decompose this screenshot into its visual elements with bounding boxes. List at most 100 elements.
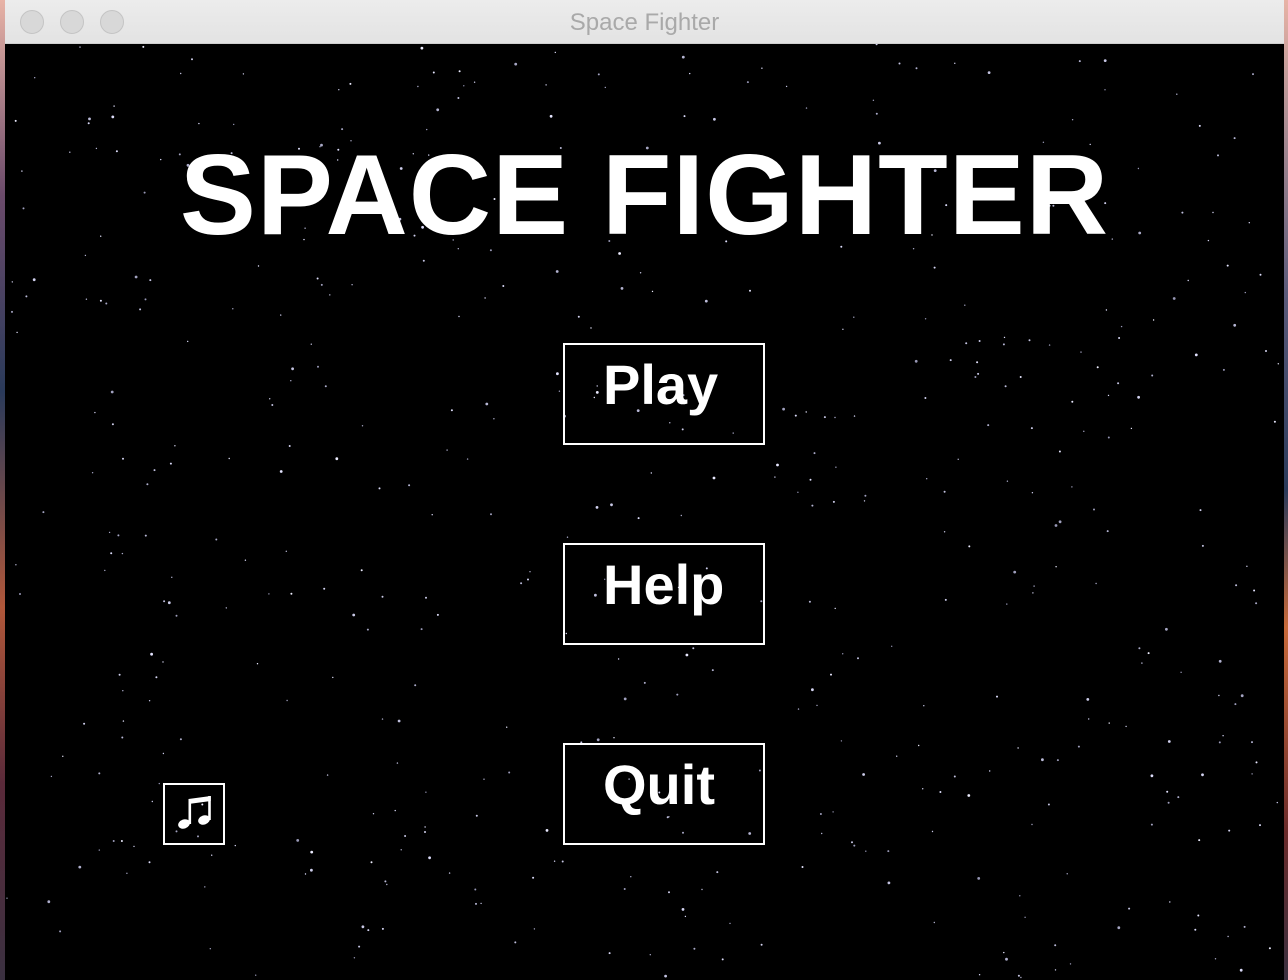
star	[396, 762, 399, 764]
star	[288, 445, 291, 447]
star	[1198, 839, 1201, 842]
game-canvas[interactable]: SPACE FIGHTER Play Help Quit	[5, 44, 1284, 980]
star	[323, 587, 326, 590]
window-titlebar[interactable]: Space Fighter	[5, 0, 1284, 44]
star	[1066, 873, 1068, 875]
star	[701, 888, 703, 891]
star	[898, 62, 901, 65]
star	[689, 72, 691, 75]
star	[1017, 747, 1019, 749]
star	[1222, 368, 1225, 371]
star	[111, 115, 115, 119]
star	[1218, 694, 1220, 697]
star	[1138, 647, 1141, 650]
star	[1167, 801, 1170, 804]
star	[506, 726, 508, 728]
star	[432, 71, 435, 74]
star	[1228, 829, 1231, 832]
star	[117, 534, 120, 537]
star	[485, 402, 489, 406]
star	[1130, 427, 1133, 430]
star	[215, 538, 218, 541]
star	[463, 85, 465, 87]
star	[94, 411, 96, 414]
star	[1194, 928, 1197, 931]
star	[978, 340, 981, 342]
star	[1083, 430, 1085, 432]
star	[729, 922, 731, 925]
quit-button[interactable]: Quit	[563, 743, 765, 845]
star	[296, 839, 300, 842]
star	[556, 372, 559, 376]
star	[520, 582, 523, 585]
star	[180, 72, 182, 75]
star	[1235, 584, 1238, 587]
star	[832, 500, 835, 503]
star	[1176, 93, 1178, 95]
star	[558, 390, 561, 392]
star	[304, 873, 307, 875]
star	[1251, 773, 1253, 775]
star	[1201, 544, 1204, 547]
star	[122, 457, 124, 460]
star	[610, 503, 613, 507]
star	[59, 930, 62, 933]
star	[1004, 385, 1007, 388]
star	[1069, 963, 1072, 965]
star	[676, 693, 679, 696]
star	[1214, 958, 1217, 960]
star	[234, 844, 236, 847]
star	[62, 755, 64, 757]
star	[1047, 803, 1050, 806]
star	[1055, 566, 1057, 568]
star	[448, 872, 451, 874]
star	[617, 658, 620, 660]
star	[797, 491, 799, 493]
star	[1003, 951, 1005, 954]
star	[381, 718, 384, 720]
star	[1054, 969, 1057, 971]
star	[545, 829, 549, 832]
star	[1031, 823, 1033, 826]
star	[1017, 974, 1020, 977]
star	[198, 122, 200, 125]
star	[146, 483, 149, 486]
star	[1088, 718, 1090, 720]
star	[280, 314, 282, 316]
star	[830, 673, 832, 676]
help-button[interactable]: Help	[563, 543, 765, 645]
star	[1137, 395, 1140, 399]
star	[760, 943, 763, 946]
star	[668, 891, 670, 894]
star	[436, 613, 439, 616]
star	[924, 397, 927, 399]
star	[378, 487, 381, 490]
star	[326, 774, 329, 776]
star	[776, 463, 779, 467]
star	[244, 559, 247, 561]
star	[1028, 339, 1031, 342]
star	[623, 888, 626, 890]
star	[842, 328, 844, 330]
star	[664, 974, 667, 978]
star	[122, 720, 125, 722]
star	[424, 831, 426, 833]
star	[1150, 823, 1153, 826]
star	[1147, 652, 1150, 655]
star	[1218, 741, 1221, 744]
star	[684, 915, 687, 918]
music-toggle-button[interactable]	[163, 783, 225, 845]
play-button[interactable]: Play	[563, 343, 765, 445]
star	[98, 772, 101, 775]
star	[1032, 592, 1034, 594]
star	[853, 415, 856, 417]
star	[122, 690, 124, 692]
star	[1078, 60, 1081, 63]
star	[317, 365, 319, 368]
star	[84, 254, 87, 257]
star	[257, 265, 260, 267]
star	[310, 343, 312, 345]
star	[169, 462, 172, 465]
star	[808, 600, 811, 603]
star	[110, 390, 114, 394]
